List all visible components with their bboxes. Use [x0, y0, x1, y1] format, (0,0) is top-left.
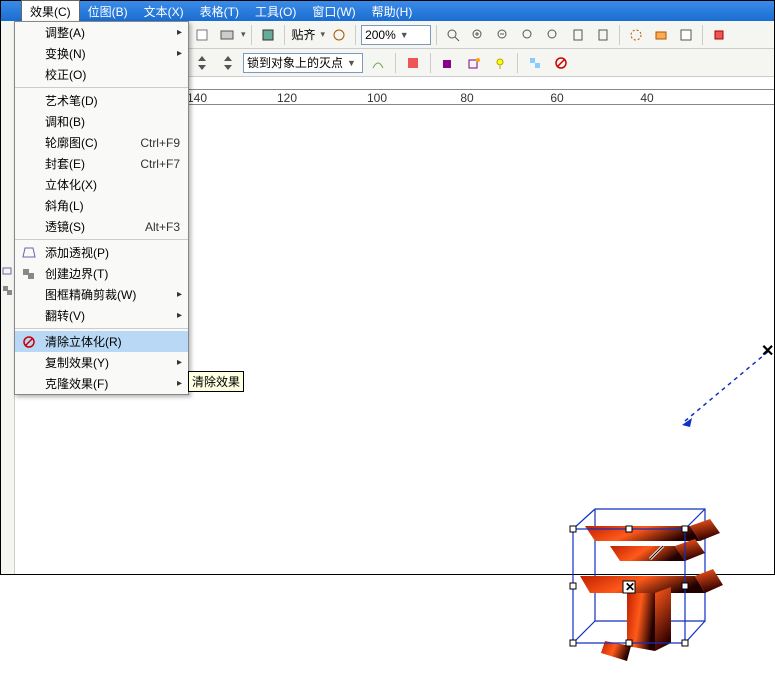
separator — [284, 25, 285, 45]
separator — [15, 328, 188, 329]
zoom-fit-icon[interactable] — [517, 24, 539, 46]
separator — [430, 53, 431, 73]
separator — [355, 25, 356, 45]
tool-btn[interactable] — [191, 24, 213, 46]
menu-clone-effect[interactable]: 克隆效果(F) — [15, 373, 188, 394]
zoom-page-icon[interactable] — [567, 24, 589, 46]
menu-transform[interactable]: 变换(N) — [15, 43, 188, 64]
zoom-combo[interactable]: 200% ▼ — [361, 25, 431, 45]
extruded-object[interactable]: ✕ — [555, 501, 715, 661]
menu-bevel[interactable]: 斜角(L) — [15, 195, 188, 216]
zoom-out-icon[interactable] — [492, 24, 514, 46]
menu-table[interactable]: 表格(T) — [192, 1, 247, 22]
left-tool-icon[interactable] — [1, 261, 15, 281]
menu-contour[interactable]: 轮廓图(C)Ctrl+F9 — [15, 132, 188, 153]
menu-copy-effect[interactable]: 复制效果(Y) — [15, 352, 188, 373]
spinner[interactable] — [217, 52, 239, 74]
menu-envelope[interactable]: 封套(E)Ctrl+F7 — [15, 153, 188, 174]
zoom-sel-icon[interactable] — [542, 24, 564, 46]
tool-btn[interactable] — [328, 24, 350, 46]
chevron-down-icon: ▼ — [347, 58, 356, 68]
separator — [702, 25, 703, 45]
menu-boundary[interactable]: 创建边界(T) — [15, 263, 188, 284]
menu-extrude[interactable]: 立体化(X) — [15, 174, 188, 195]
menu-powerclip[interactable]: 图框精确剪裁(W) — [15, 284, 188, 305]
vanishing-point-icon[interactable]: ✕ — [761, 341, 774, 361]
menu-artbrush[interactable]: 艺术笔(D) — [15, 90, 188, 111]
separator — [619, 25, 620, 45]
menubar: 效果(C) 位图(B) 文本(X) 表格(T) 工具(O) 窗口(W) 帮助(H… — [1, 1, 774, 21]
zoom-in-icon[interactable] — [467, 24, 489, 46]
tool-btn[interactable] — [524, 52, 546, 74]
left-tool-icon[interactable] — [1, 281, 15, 301]
tooltip: 清除效果 — [188, 371, 244, 392]
glyph-shape — [580, 519, 723, 661]
clear-icon — [21, 334, 37, 350]
zoom-tool-icon[interactable] — [442, 24, 464, 46]
separator — [436, 25, 437, 45]
vanishing-line — [685, 350, 770, 421]
vanish-label: 锁到对象上的灭点 — [247, 54, 343, 71]
menu-flip[interactable]: 翻转(V) — [15, 305, 188, 326]
zoom-value: 200% — [365, 28, 396, 42]
menu-window[interactable]: 窗口(W) — [304, 1, 363, 22]
menu-clear-extrude[interactable]: 清除立体化(R) — [15, 331, 188, 352]
effects-dropdown: 调整(A) 变换(N) 校正(O) 艺术笔(D) 调和(B) 轮廓图(C)Ctr… — [14, 21, 189, 395]
menu-perspective[interactable]: 添加透视(P) — [15, 242, 188, 263]
separator — [517, 53, 518, 73]
tool-btn[interactable] — [257, 24, 279, 46]
menu-text[interactable]: 文本(X) — [136, 1, 192, 22]
menu-lens[interactable]: 透镜(S)Alt+F3 — [15, 216, 188, 237]
tool-btn[interactable] — [708, 24, 730, 46]
menu-bitmap[interactable]: 位图(B) — [80, 1, 136, 22]
tool-btn[interactable] — [402, 52, 424, 74]
tool-btn[interactable] — [675, 24, 697, 46]
menu-blend[interactable]: 调和(B) — [15, 111, 188, 132]
light-icon[interactable] — [489, 52, 511, 74]
menu-tools[interactable]: 工具(O) — [247, 1, 304, 22]
separator — [251, 25, 252, 45]
separator — [15, 87, 188, 88]
zoom-width-icon[interactable] — [592, 24, 614, 46]
left-strip — [1, 21, 15, 574]
chevron-down-icon: ▼ — [400, 30, 409, 40]
tool-btn[interactable] — [625, 24, 647, 46]
vanish-combo[interactable]: 锁到对象上的灭点 ▼ — [243, 53, 363, 73]
menu-help[interactable]: 帮助(H) — [364, 1, 421, 22]
tool-btn[interactable] — [367, 52, 389, 74]
separator — [15, 239, 188, 240]
menu-adjust[interactable]: 调整(A) — [15, 22, 188, 43]
boundary-icon — [21, 266, 37, 282]
spinner[interactable] — [191, 52, 213, 74]
snap-label: 贴齐 — [290, 26, 318, 43]
tool-btn[interactable] — [650, 24, 672, 46]
menu-correct[interactable]: 校正(O) — [15, 64, 188, 85]
menu-effects[interactable]: 效果(C) — [21, 0, 80, 22]
separator — [395, 53, 396, 73]
tool-btn[interactable] — [437, 52, 459, 74]
tool-btn[interactable] — [216, 24, 238, 46]
svg-text:✕: ✕ — [625, 580, 635, 594]
perspective-icon — [21, 245, 37, 261]
tool-btn[interactable] — [463, 52, 485, 74]
clear-extrude-icon[interactable] — [550, 52, 572, 74]
